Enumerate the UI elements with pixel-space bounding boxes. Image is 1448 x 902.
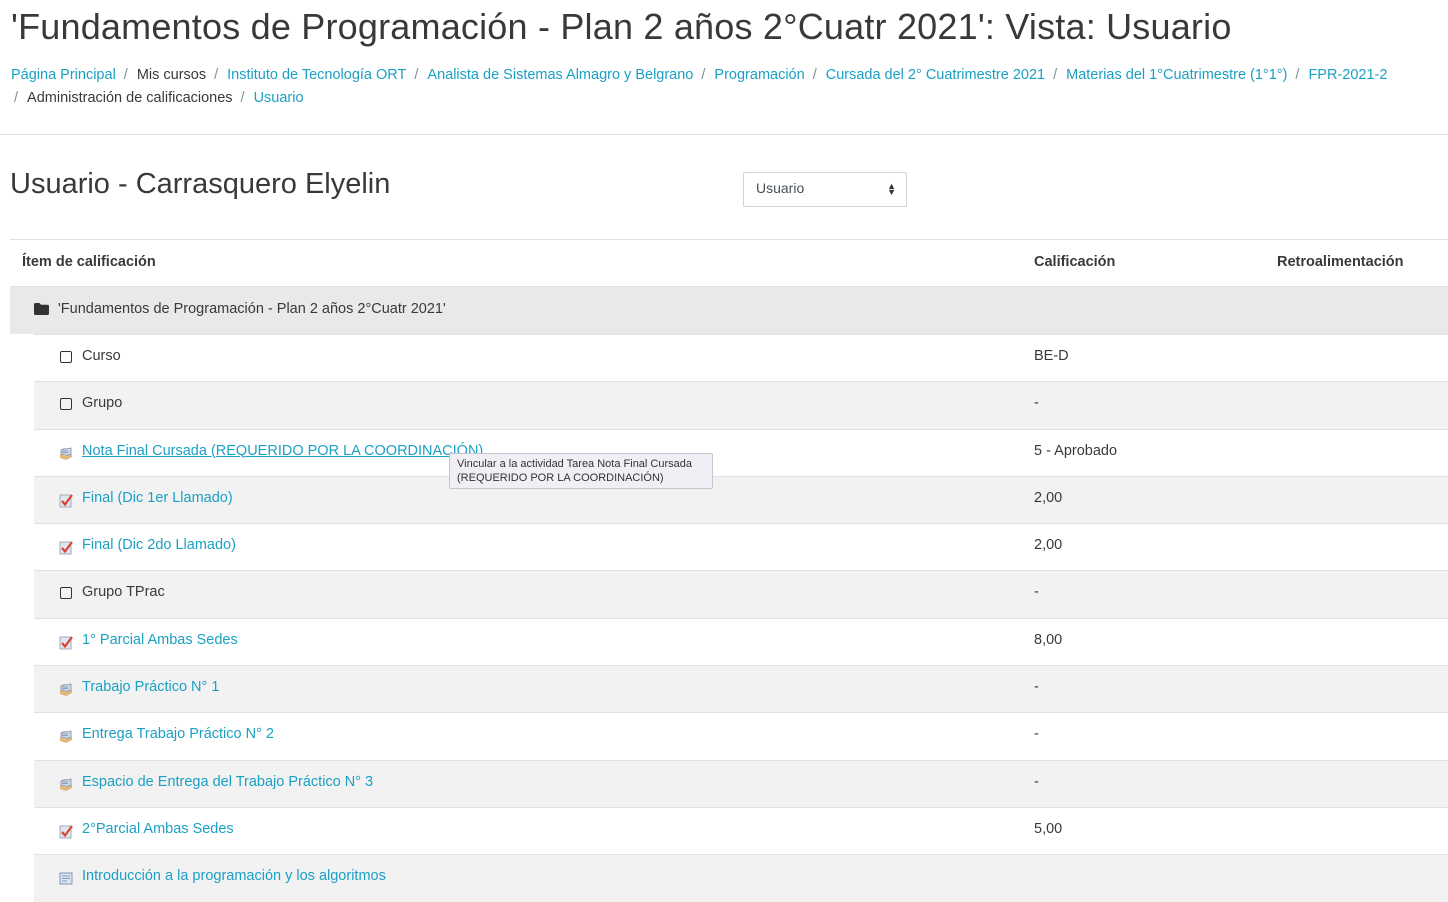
grade-value: 5,00 <box>1034 820 1063 837</box>
assignment-icon <box>58 445 74 461</box>
breadcrumb-item-analista-de-sistemas-almagro-y-belgrano[interactable]: Analista de Sistemas Almagro y Belgrano <box>427 67 693 83</box>
checkbox-icon <box>60 587 72 600</box>
checkbox-icon <box>60 398 72 411</box>
folder-icon <box>34 303 49 315</box>
breadcrumb-item-programacion[interactable]: Programación <box>714 67 804 83</box>
table-row: Entrega Trabajo Práctico N° 2 - <box>34 712 1448 760</box>
column-header-grade[interactable]: Calificación <box>1034 254 1115 270</box>
header-divider <box>0 134 1448 135</box>
breadcrumb-item-materias-del-1-cuatrimestre-1-1[interactable]: Materias del 1°Cuatrimestre (1°1°) <box>1066 67 1287 83</box>
table-row: 1° Parcial Ambas Sedes 8,00 <box>34 617 1448 666</box>
column-header-feedback[interactable]: Retroalimentación <box>1277 254 1404 270</box>
breadcrumb-separator: / <box>1295 67 1300 83</box>
breadcrumb-separator: / <box>123 67 128 83</box>
table-row: Curso BE-D <box>34 334 1448 382</box>
grade-item-link[interactable]: Trabajo Práctico N° 1 <box>82 679 219 695</box>
breadcrumb-separator: / <box>701 67 706 83</box>
table-row: Grupo TPrac - <box>34 570 1448 618</box>
breadcrumb-item-instituto-de-tecnologia-ort[interactable]: Instituto de Tecnología ORT <box>227 67 406 83</box>
table-row: Nota Final Cursada (REQUERIDO POR LA COO… <box>34 428 1448 476</box>
grade-item-label: Curso <box>82 348 121 364</box>
grade-value: - <box>1034 773 1039 790</box>
table-row: Grupo - <box>34 381 1448 429</box>
grade-item-link[interactable]: Introducción a la programación y los alg… <box>82 868 386 884</box>
grade-value: - <box>1034 726 1039 743</box>
assignment-icon <box>58 776 74 792</box>
assignment-icon <box>58 681 74 697</box>
grade-item-label: Grupo <box>82 395 123 412</box>
grade-table: Ítem de calificación Calificación Retroa… <box>10 239 1448 902</box>
breadcrumb-item-mis-cursos: Mis cursos <box>136 67 207 83</box>
breadcrumb-separator: / <box>214 67 219 83</box>
table-row: Final (Dic 2do Llamado) 2,00 <box>34 523 1448 571</box>
quiz-icon <box>58 492 74 508</box>
breadcrumb-item-fpr-2021-2[interactable]: FPR-2021-2 <box>1308 67 1387 83</box>
table-row: Trabajo Práctico N° 1 - <box>34 665 1448 713</box>
breadcrumb-separator: / <box>14 90 19 106</box>
grade-item-link[interactable]: Entrega Trabajo Práctico N° 2 <box>82 726 274 742</box>
lesson-icon <box>58 870 74 886</box>
column-header-item[interactable]: Ítem de calificación <box>22 254 156 270</box>
grade-item-link[interactable]: Final (Dic 2do Llamado) <box>82 537 236 553</box>
select-caret-icon: ▲ ▼ <box>887 181 896 197</box>
category-name: 'Fundamentos de Programación - Plan 2 añ… <box>58 301 446 317</box>
grade-item-link[interactable]: Espacio de Entrega del Trabajo Práctico … <box>82 774 373 790</box>
breadcrumb-item-pagina-principal[interactable]: Página Principal <box>11 67 116 83</box>
quiz-icon <box>58 539 74 555</box>
table-row: Espacio de Entrega del Trabajo Práctico … <box>34 759 1448 807</box>
grade-value: 2,00 <box>1034 489 1063 506</box>
breadcrumb: Página Principal / Mis cursos / Instituto de… <box>11 64 1448 110</box>
grade-item-link[interactable]: Final (Dic 1er Llamado) <box>82 490 233 506</box>
view-select-value: Usuario <box>756 180 805 196</box>
grade-value: 5 - Aprobado <box>1034 442 1118 459</box>
grade-value: 8,00 <box>1034 631 1063 648</box>
table-header: Ítem de calificación Calificación Retroa… <box>10 239 1448 286</box>
grade-item-link[interactable]: 2°Parcial Ambas Sedes <box>82 821 234 837</box>
category-row: 'Fundamentos de Programación - Plan 2 añ… <box>10 286 1448 334</box>
grade-value: 2,00 <box>1034 537 1063 554</box>
grade-item-label: Grupo TPrac <box>82 584 165 601</box>
breadcrumb-line-2: / Administración de calificaciones / Usuari… <box>11 87 1448 110</box>
link-tooltip: Vincular a la actividad Tarea Nota Final… <box>449 453 713 489</box>
grade-rows: Curso BE-D Grupo - Nota Final Cursada (REQUE… <box>34 334 1448 902</box>
breadcrumb-item-cursada-del-2-cuatrimestre-2021[interactable]: Cursada del 2° Cuatrimestre 2021 <box>826 67 1045 83</box>
page-title: 'Fundamentos de Programación - Plan 2 añ… <box>11 6 1232 47</box>
grade-value: - <box>1034 395 1039 412</box>
checkbox-icon <box>60 351 72 363</box>
view-select[interactable]: Usuario ▲ ▼ <box>743 172 907 207</box>
table-row: 2°Parcial Ambas Sedes 5,00 <box>34 806 1448 855</box>
breadcrumb-separator: / <box>812 67 817 83</box>
grade-item-link[interactable]: 1° Parcial Ambas Sedes <box>82 632 238 648</box>
breadcrumb-line-1: Página Principal / Mis cursos / Instituto de… <box>11 64 1448 87</box>
grade-value: BE-D <box>1034 348 1069 364</box>
breadcrumb-separator: / <box>1053 67 1058 83</box>
table-row: Introducción a la programación y los alg… <box>34 854 1448 902</box>
breadcrumb-separator: / <box>240 90 245 106</box>
grade-value: - <box>1034 584 1039 601</box>
breadcrumb-separator: / <box>414 67 419 83</box>
breadcrumb-item-administracion-de-calificaciones: Administración de calificaciones <box>27 90 233 106</box>
quiz-icon <box>58 823 74 839</box>
quiz-icon <box>58 634 74 650</box>
user-heading: Usuario - Carrasquero Elyelin <box>10 168 391 200</box>
grade-item-link[interactable]: Nota Final Cursada (REQUERIDO POR LA COO… <box>82 443 483 459</box>
breadcrumb-item-usuario[interactable]: Usuario <box>254 90 304 106</box>
table-row: Final (Dic 1er Llamado) 2,00 <box>34 475 1448 524</box>
assignment-icon <box>58 728 74 744</box>
grade-value: - <box>1034 679 1039 696</box>
